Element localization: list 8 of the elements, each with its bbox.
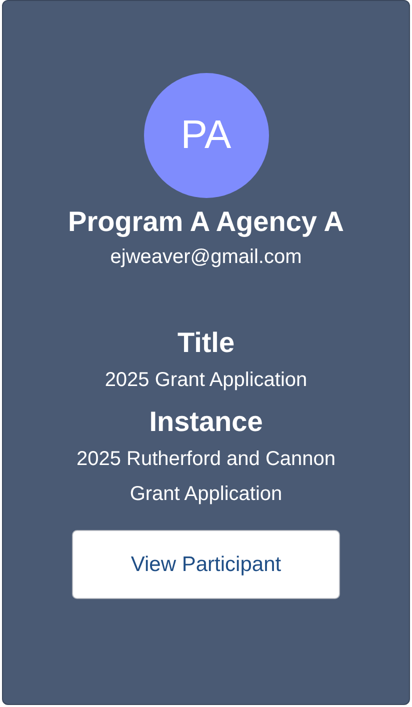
view-participant-button[interactable]: View Participant [72,530,340,599]
avatar: PA [144,73,268,198]
participant-email: ejweaver@gmail.com [110,246,302,269]
field-label: Title [177,327,235,359]
field-value: 2025 Rutherford and Cannon Grant Application [75,447,337,507]
field-value: 2025 Grant Application [104,368,308,393]
field-label: Instance [149,406,263,438]
participant-name: Program A Agency A [68,206,344,238]
